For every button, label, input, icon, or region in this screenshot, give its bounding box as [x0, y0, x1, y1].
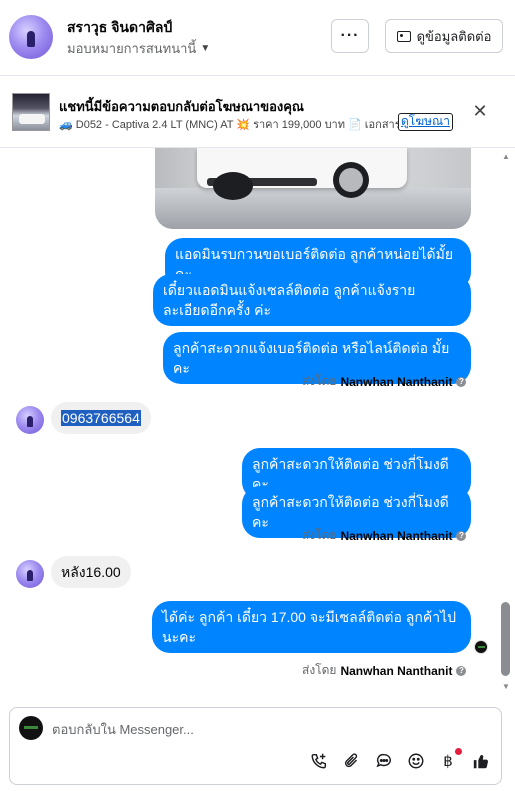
contact-avatar-small[interactable]: [16, 406, 44, 434]
emoji-icon[interactable]: [405, 750, 427, 772]
help-icon[interactable]: ?: [456, 530, 467, 541]
scroll-down-arrow-icon[interactable]: ▼: [499, 682, 513, 692]
contact-avatar[interactable]: [9, 15, 53, 59]
paperclip-icon[interactable]: [341, 750, 363, 772]
reply-composer: ฿: [9, 707, 502, 785]
sender-name: Nanwhan Nanthanit: [340, 663, 453, 678]
caret-down-icon: ▼: [200, 43, 211, 54]
contact-card-icon: [396, 30, 411, 42]
notification-dot: [455, 748, 462, 755]
ad-reply-banner: แชทนี้มีข้อความตอบกลับต่อโฆษณาของคุณ 🚙 D…: [0, 77, 515, 148]
outgoing-message[interactable]: เดี๋ยวแอดมินแจ้งเซลล์ติดต่อ ลูกค้าแจ้งรา…: [153, 274, 471, 326]
contact-name[interactable]: สราวุธ จินดาศิลป์: [67, 17, 172, 39]
car-photo-attachment[interactable]: [155, 148, 471, 229]
assign-conversation-dropdown[interactable]: มอบหมายการสนทนานี้ ▼: [67, 38, 210, 59]
phone-plus-icon[interactable]: [308, 750, 330, 772]
view-contact-info-button[interactable]: ดูข้อมูลติดต่อ: [385, 19, 503, 53]
assign-conversation-label: มอบหมายการสนทนานี้: [67, 41, 197, 56]
scrollbar-thumb[interactable]: [501, 602, 510, 676]
chat-header: สราวุธ จินดาศิลป์ มอบหมายการสนทนานี้ ▼ ·…: [0, 0, 515, 76]
ad-banner-title: แชทนี้มีข้อความตอบกลับต่อโฆษณาของคุณ: [59, 99, 304, 114]
reply-input[interactable]: [52, 716, 452, 742]
close-icon[interactable]: ✕: [470, 101, 490, 121]
thumbs-up-icon[interactable]: [470, 750, 492, 772]
view-ad-link[interactable]: ดูโฆษณา: [398, 113, 453, 131]
seen-by-avatar: [474, 640, 488, 654]
help-icon[interactable]: ?: [456, 376, 467, 387]
message-thread: แอดมินรบกวนขอเบอร์ติดต่อ ลูกค้าหน่อยได้ม…: [0, 148, 515, 698]
incoming-message[interactable]: 0963766564: [51, 402, 151, 434]
sent-by-label: ส่งโดย Nanwhan Nanthanit ?: [302, 526, 467, 545]
saved-reply-icon[interactable]: [373, 750, 395, 772]
sent-by-label: ส่งโดย Nanwhan Nanthanit ?: [302, 372, 467, 391]
sent-by-prefix: ส่งโดย: [302, 663, 337, 677]
help-icon[interactable]: ?: [456, 665, 467, 676]
ad-thumbnail[interactable]: [12, 93, 50, 131]
messenger-chat-panel: สราวุธ จินดาศิลป์ มอบหมายการสนทนานี้ ▼ ·…: [0, 0, 515, 791]
page-avatar: [19, 716, 43, 740]
outgoing-message[interactable]: ได้ค่ะ ลูกค้า เดี๋ยว 17.00 จะมีเซลล์ติดต…: [152, 601, 471, 653]
sender-name: Nanwhan Nanthanit: [340, 528, 453, 543]
scroll-up-arrow-icon[interactable]: ▲: [499, 152, 513, 162]
view-contact-info-label: ดูข้อมูลติดต่อ: [416, 28, 492, 44]
ad-banner-detail: 🚙 D052 - Captiva 2.4 LT (MNC) AT 💥 ราคา …: [59, 119, 410, 131]
sent-by-prefix: ส่งโดย: [302, 374, 337, 388]
sent-by-prefix: ส่งโดย: [302, 528, 337, 542]
incoming-message[interactable]: หลัง16.00: [51, 556, 131, 588]
more-options-button[interactable]: ···: [331, 19, 369, 53]
contact-avatar-small[interactable]: [16, 560, 44, 588]
sent-by-label: ส่งโดย Nanwhan Nanthanit ?: [302, 661, 467, 680]
thread-scrollbar[interactable]: ▲ ▼: [499, 148, 513, 696]
incoming-message-text: 0963766564: [61, 410, 141, 426]
sender-name: Nanwhan Nanthanit: [340, 374, 453, 389]
